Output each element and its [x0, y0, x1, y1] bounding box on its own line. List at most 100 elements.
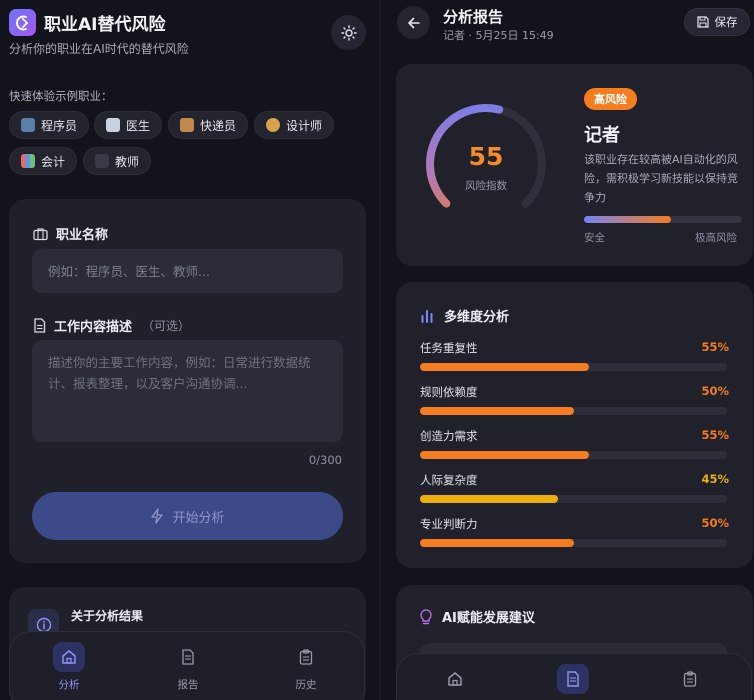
dimension-row: 专业判断力 50% [420, 516, 729, 547]
document-icon [172, 642, 204, 672]
chip-label: 设计师 [286, 118, 323, 133]
save-label: 保存 [714, 15, 738, 29]
example-chip-doctor[interactable]: 医生 [94, 111, 163, 139]
job-name-label-text: 职业名称 [56, 228, 109, 243]
risk-scale-bar [584, 216, 742, 223]
save-button[interactable]: 保存 [684, 8, 750, 36]
app-subtitle: 分析你的职业在AI时代的替代风险 [9, 42, 189, 56]
risk-summary-card: 55 风险指数 高风险 记者 该职业存在较高被AI自动化的风险，需积极学习新技能… [396, 64, 753, 266]
risk-scale-low-label: 安全 [584, 232, 605, 244]
bar-chart-emoji-icon [21, 154, 35, 168]
nav-label: 分析 [58, 679, 80, 691]
dimension-name: 专业判断力 [420, 517, 478, 531]
dimension-name: 创造力需求 [420, 429, 478, 443]
dimension-bar-track [420, 495, 727, 503]
dimension-bar-fill [420, 451, 589, 459]
dimension-bar-fill [420, 495, 559, 503]
dimension-row: 人际复杂度 45% [420, 472, 729, 503]
about-results-title: 关于分析结果 [71, 609, 144, 623]
dimension-percent: 55% [701, 340, 729, 354]
job-name-label: 职业名称 [33, 224, 108, 243]
risk-score: 55 [468, 142, 504, 171]
risk-scale-high-label: 极高风险 [695, 232, 737, 244]
job-name-input[interactable] [32, 249, 343, 293]
dimension-row: 创造力需求 55% [420, 428, 729, 459]
risk-score-label: 风险指数 [465, 180, 507, 192]
arrow-left-icon [407, 17, 420, 28]
job-desc-label-text: 工作内容描述 [54, 320, 133, 335]
char-counter: 0/300 [308, 453, 342, 467]
analysis-form-card: 职业名称 工作内容描述 （可选） 0/300 开始分析 [9, 199, 366, 563]
job-desc-label: 工作内容描述 （可选） [33, 316, 190, 335]
report-meta: 记者 · 5月25日 15:49 [443, 29, 554, 42]
risk-description: 该职业存在较高被AI自动化的风险，需积极学习新技能以保持竞争力 [584, 153, 738, 204]
chip-label: 医生 [126, 118, 151, 133]
dimension-bar-fill [420, 407, 574, 415]
bottom-nav [396, 653, 752, 700]
dimension-bar-fill [420, 539, 574, 547]
example-chip-teacher[interactable]: 教师 [83, 147, 152, 175]
bottom-nav: 分析 报告 历史 [9, 631, 365, 700]
dimension-analysis-title: 多维度分析 [444, 310, 510, 325]
dimension-percent: 45% [701, 472, 729, 486]
example-chip-programmer[interactable]: 程序员 [9, 111, 90, 139]
theme-toggle-button[interactable] [331, 15, 366, 50]
nav-item-report[interactable] [543, 664, 603, 694]
bar-chart-icon [420, 309, 434, 323]
chip-label: 程序员 [41, 118, 78, 133]
dimension-row: 规则依赖度 50% [420, 384, 729, 415]
dimension-analysis-header: 多维度分析 [420, 306, 509, 325]
analysis-screen: 职业AI替代风险 分析你的职业在AI时代的替代风险 快速体验示例职业： 程序员 … [0, 0, 379, 700]
package-emoji-icon [180, 118, 194, 132]
dimension-row: 任务重复性 55% [420, 340, 729, 371]
dimension-bar-track [420, 539, 727, 547]
save-icon [696, 16, 709, 28]
job-desc-textarea[interactable] [32, 340, 343, 442]
dimension-analysis-card: 多维度分析 任务重复性 55% 规则依赖度 50% 创造力需求 55% 人际复杂… [396, 282, 753, 568]
home-icon [53, 642, 85, 672]
nav-item-report[interactable]: 报告 [158, 642, 218, 692]
risk-level-badge: 高风险 [584, 88, 637, 110]
hospital-emoji-icon [106, 118, 120, 132]
nav-item-history[interactable] [660, 664, 720, 694]
nav-label: 历史 [295, 679, 317, 691]
document-icon [33, 318, 46, 333]
chip-label: 快递员 [200, 118, 237, 133]
app-logo-icon [9, 9, 36, 36]
nav-item-history[interactable]: 历史 [276, 642, 336, 692]
sun-icon [340, 24, 357, 41]
dimension-percent: 50% [701, 384, 729, 398]
dimension-name: 人际复杂度 [420, 473, 478, 487]
ai-advice-title: AI赋能发展建议 [442, 611, 535, 626]
chip-label: 会计 [41, 154, 66, 169]
example-chip-accountant[interactable]: 会计 [9, 147, 78, 175]
dimension-percent: 55% [701, 428, 729, 442]
optional-hint: （可选） [142, 319, 191, 333]
dimension-name: 规则依赖度 [420, 385, 478, 399]
chip-label: 教师 [115, 154, 140, 169]
clipboard-icon [290, 642, 322, 672]
back-button[interactable] [397, 6, 430, 39]
risk-scale-fill [584, 216, 671, 223]
start-analysis-button[interactable]: 开始分析 [32, 492, 343, 540]
risk-job-title: 记者 [584, 125, 620, 146]
document-icon [557, 664, 589, 694]
nav-item-analysis[interactable] [425, 664, 485, 694]
home-icon [439, 664, 471, 694]
start-analysis-label: 开始分析 [172, 510, 225, 526]
dimension-bar-track [420, 363, 727, 371]
graduation-cap-emoji-icon [95, 154, 109, 168]
example-chip-designer[interactable]: 设计师 [254, 111, 335, 139]
dimension-bar-fill [420, 363, 589, 371]
quick-examples-label: 快速体验示例职业： [9, 89, 113, 103]
clipboard-icon [674, 664, 706, 694]
report-title: 分析报告 [443, 8, 504, 26]
briefcase-icon [33, 227, 48, 241]
dimension-bar-track [420, 451, 727, 459]
report-screen: 分析报告 记者 · 5月25日 15:49 保存 55 风险指数 高风险 记者 … [381, 0, 754, 700]
palette-emoji-icon [266, 118, 280, 132]
example-chip-courier[interactable]: 快递员 [168, 111, 249, 139]
nav-label: 报告 [177, 679, 199, 691]
bolt-icon [150, 508, 164, 524]
nav-item-analysis[interactable]: 分析 [39, 642, 99, 692]
